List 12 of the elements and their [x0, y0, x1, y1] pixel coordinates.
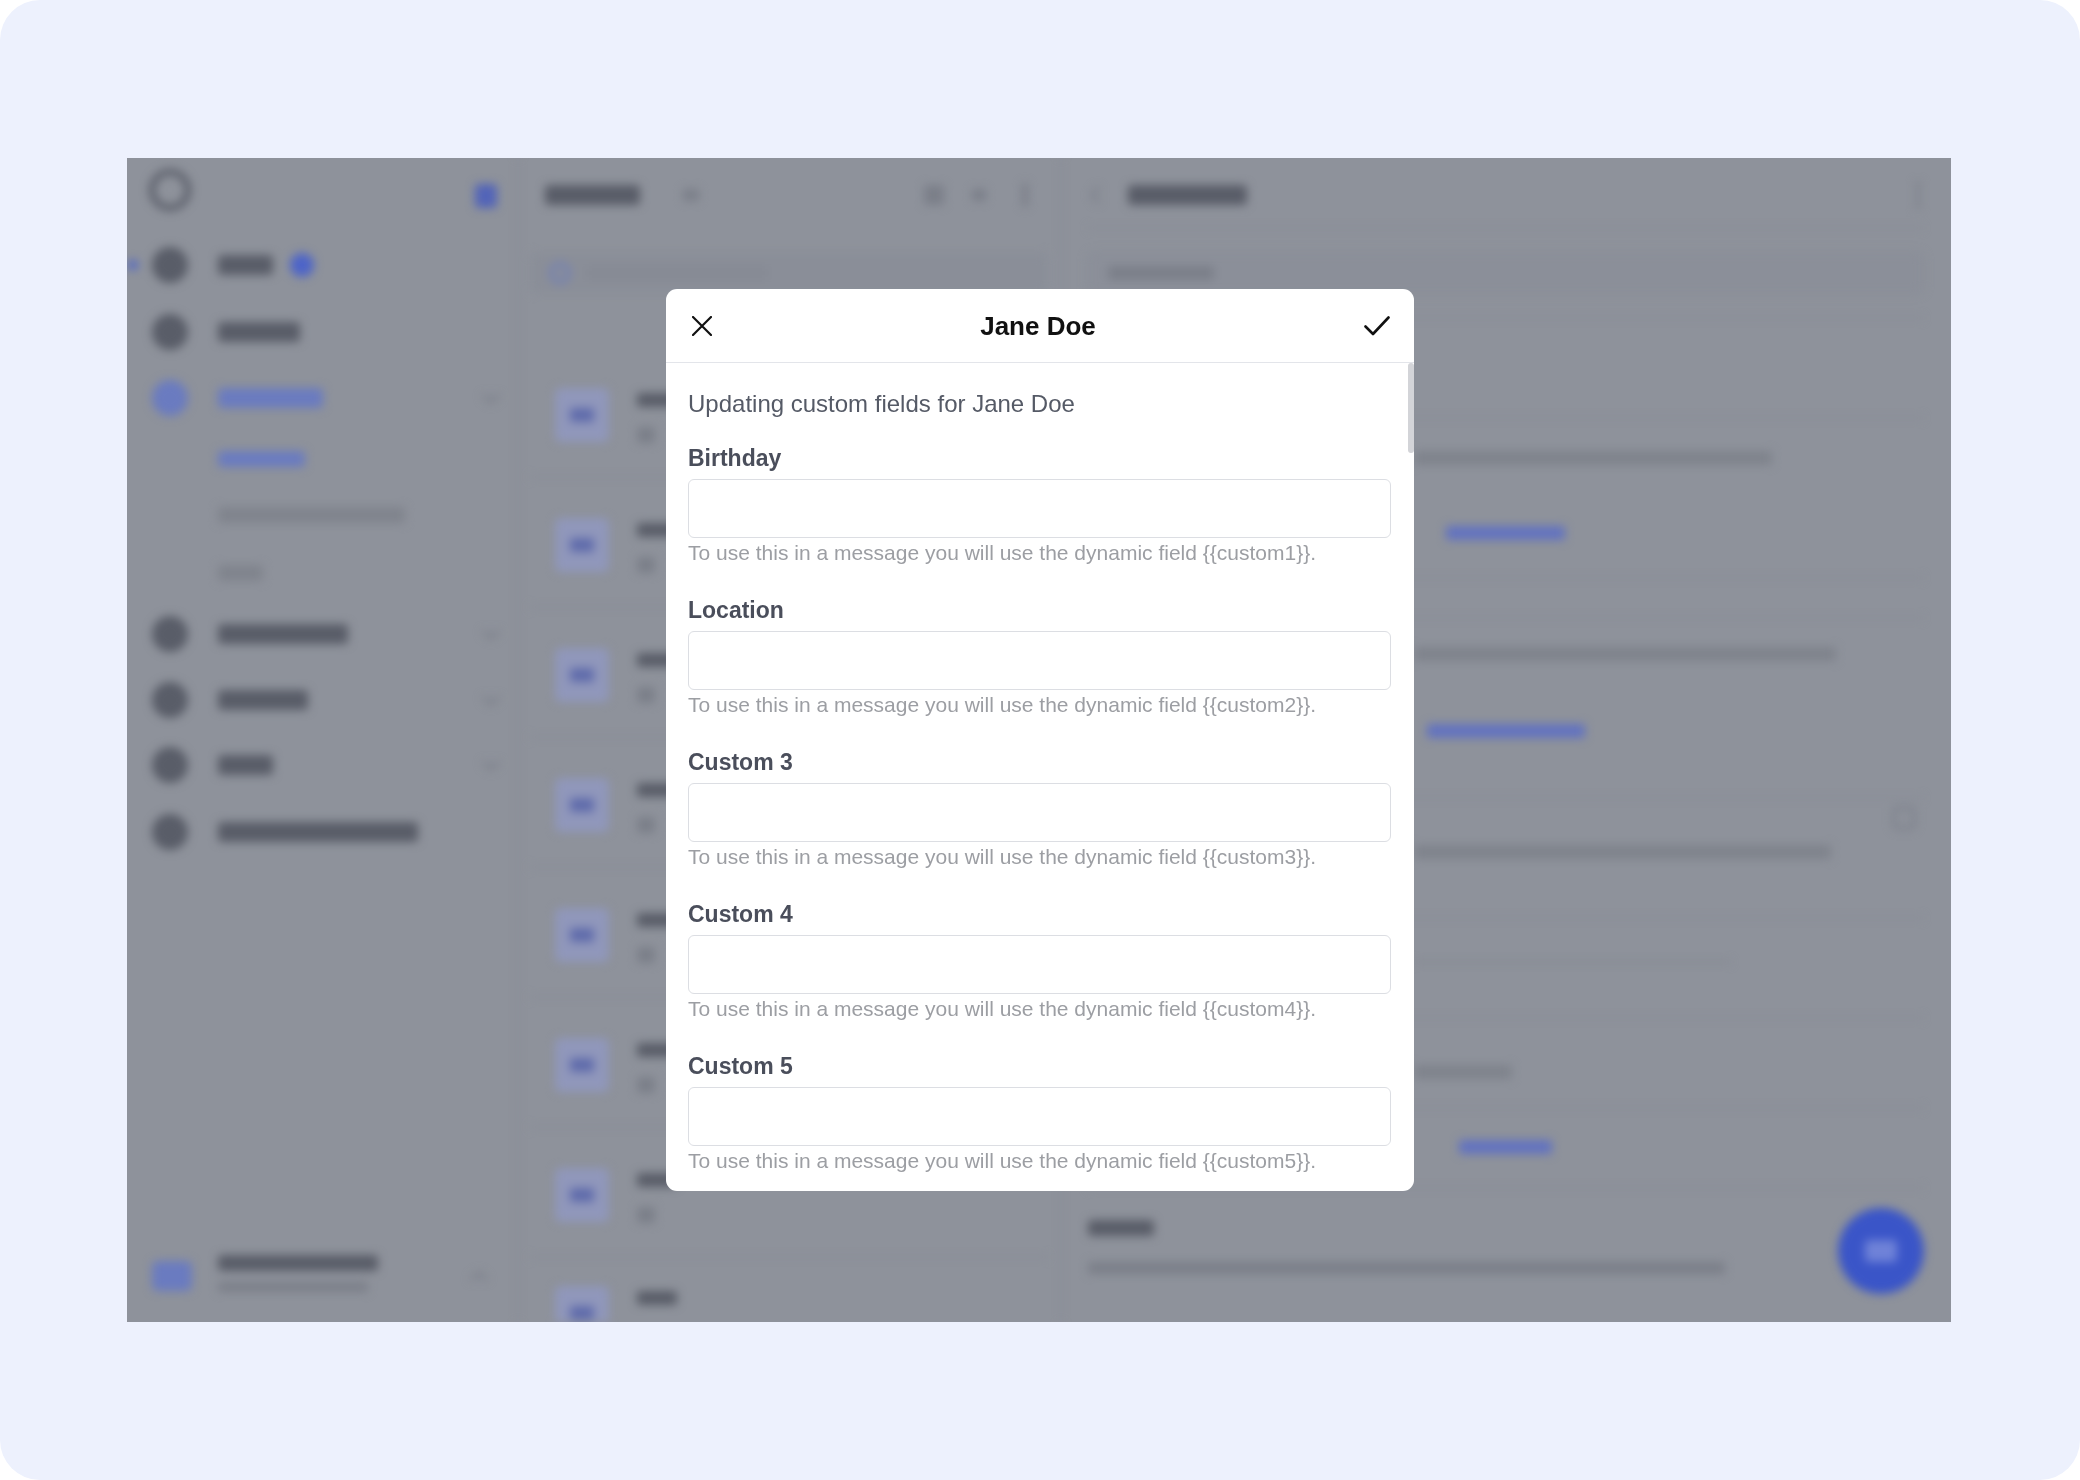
field-hint: To use this in a message you will use the dynamic field {{custom4}}. — [688, 996, 1317, 1022]
field-label: Custom 3 — [688, 748, 794, 776]
field-hint: To use this in a message you will use the dynamic field {{custom2}}. — [688, 692, 1317, 718]
field-label: Birthday — [688, 444, 783, 472]
field-hint: To use this in a message you will use the dynamic field {{custom3}}. — [688, 844, 1317, 870]
field-hint: To use this in a message you will use the dynamic field {{custom1}}. — [688, 540, 1317, 566]
dialog-subtitle: Updating custom fields for Jane Doe — [688, 389, 1076, 419]
field-hint: To use this in a message you will use the dynamic field {{custom5}}. — [688, 1148, 1317, 1174]
field-label: Location — [688, 596, 785, 624]
dialog-title: Jane Doe — [979, 309, 1097, 342]
field-label: Custom 5 — [688, 1052, 794, 1080]
field-label: Custom 4 — [688, 900, 794, 928]
